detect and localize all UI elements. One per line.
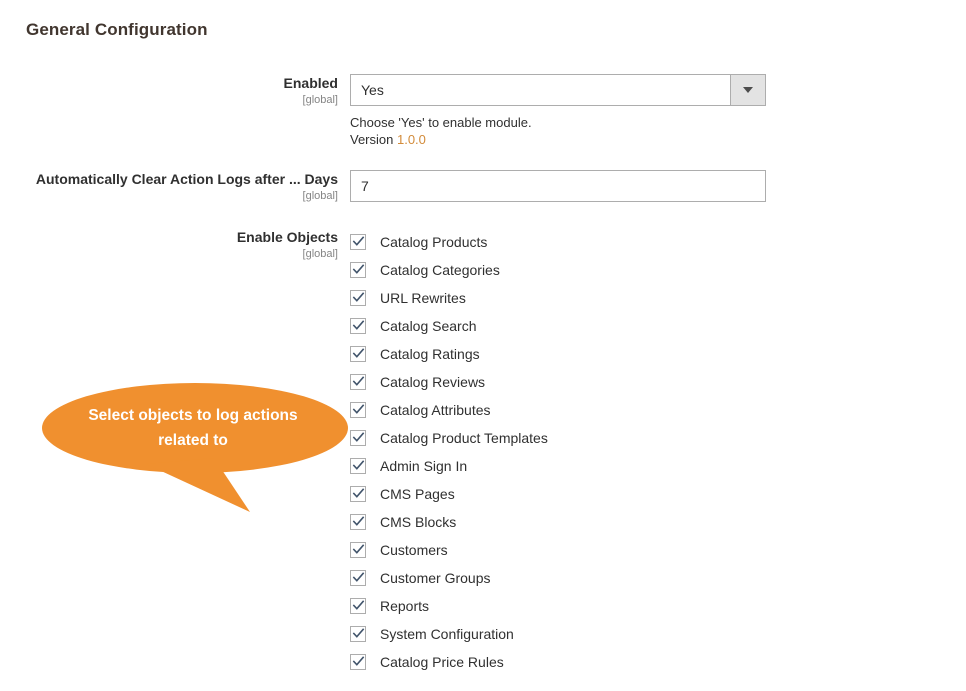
object-checkbox[interactable] bbox=[350, 626, 366, 642]
check-icon bbox=[352, 320, 365, 330]
check-icon bbox=[352, 516, 365, 526]
enable-objects-list: Catalog Products Catalog Categories URL Re… bbox=[350, 228, 966, 676]
enabled-hint-line-1: Choose 'Yes' to enable module. bbox=[350, 115, 532, 130]
enabled-select[interactable]: Yes bbox=[350, 74, 766, 106]
page-title: General Configuration bbox=[26, 20, 208, 39]
list-item[interactable]: System Configuration bbox=[350, 620, 966, 648]
check-icon bbox=[352, 544, 365, 554]
check-icon bbox=[352, 488, 365, 498]
object-checkbox[interactable] bbox=[350, 598, 366, 614]
object-checkbox-label: Catalog Attributes bbox=[380, 402, 491, 418]
list-item[interactable]: Admin Sign In bbox=[350, 452, 966, 480]
object-checkbox-label: Catalog Price Rules bbox=[380, 654, 504, 670]
object-checkbox-label: Catalog Categories bbox=[380, 262, 500, 278]
enable-objects-control-column: Catalog Products Catalog Categories URL Re… bbox=[350, 228, 966, 676]
enabled-scope-label: [global] bbox=[302, 94, 338, 106]
auto-clear-label-column: Automatically Clear Action Logs after ..… bbox=[0, 170, 350, 204]
object-checkbox[interactable] bbox=[350, 290, 366, 306]
check-icon bbox=[352, 376, 365, 386]
object-checkbox[interactable] bbox=[350, 542, 366, 558]
enabled-hint-line-2: Version 1.0.0 bbox=[350, 131, 966, 148]
object-checkbox[interactable] bbox=[350, 570, 366, 586]
check-icon bbox=[352, 460, 365, 470]
version-number: 1.0.0 bbox=[396, 132, 426, 147]
list-item[interactable]: CMS Blocks bbox=[350, 508, 966, 536]
object-checkbox[interactable] bbox=[350, 486, 366, 502]
enable-objects-label: Enable Objects bbox=[236, 229, 338, 245]
object-checkbox-label: URL Rewrites bbox=[380, 290, 466, 306]
enabled-hint: Choose 'Yes' to enable module. Version 1… bbox=[350, 114, 966, 148]
object-checkbox-label: Admin Sign In bbox=[380, 458, 468, 474]
chevron-down-icon bbox=[743, 87, 753, 93]
object-checkbox[interactable] bbox=[350, 402, 366, 418]
object-checkbox[interactable] bbox=[350, 234, 366, 250]
field-row-enable-objects: Enable Objects [global] Catalog Products… bbox=[0, 228, 966, 676]
check-icon bbox=[352, 264, 365, 274]
list-item[interactable]: Catalog Product Templates bbox=[350, 424, 966, 452]
object-checkbox-label: Catalog Product Templates bbox=[380, 430, 548, 446]
list-item[interactable]: Catalog Products bbox=[350, 228, 966, 256]
object-checkbox[interactable] bbox=[350, 262, 366, 278]
object-checkbox[interactable] bbox=[350, 318, 366, 334]
general-configuration-form: Enabled [global] Yes Choose 'Yes' to ena… bbox=[0, 74, 966, 676]
check-icon bbox=[352, 656, 365, 666]
check-icon bbox=[352, 628, 365, 638]
auto-clear-label: Automatically Clear Action Logs after ..… bbox=[35, 171, 338, 187]
object-checkbox[interactable] bbox=[350, 374, 366, 390]
list-item[interactable]: CMS Pages bbox=[350, 480, 966, 508]
enabled-select-value: Yes bbox=[361, 82, 384, 98]
list-item[interactable]: Catalog Categories bbox=[350, 256, 966, 284]
check-icon bbox=[352, 236, 365, 246]
enabled-label: Enabled bbox=[283, 75, 338, 91]
list-item[interactable]: Catalog Search bbox=[350, 312, 966, 340]
list-item[interactable]: Catalog Reviews bbox=[350, 368, 966, 396]
object-checkbox-label: Catalog Ratings bbox=[380, 346, 480, 362]
auto-clear-control-column: Use system value bbox=[350, 170, 966, 202]
check-icon bbox=[352, 572, 365, 582]
object-checkbox-label: Catalog Products bbox=[380, 234, 488, 250]
object-checkbox-label: CMS Blocks bbox=[380, 514, 457, 530]
object-checkbox-label: Reports bbox=[380, 598, 430, 614]
object-checkbox-label: Catalog Reviews bbox=[380, 374, 486, 390]
list-item[interactable]: Customer Groups bbox=[350, 564, 966, 592]
field-row-enabled: Enabled [global] Yes Choose 'Yes' to ena… bbox=[0, 74, 966, 148]
field-row-auto-clear: Automatically Clear Action Logs after ..… bbox=[0, 170, 966, 204]
object-checkbox[interactable] bbox=[350, 514, 366, 530]
object-checkbox[interactable] bbox=[350, 654, 366, 670]
enabled-select-toggle[interactable] bbox=[730, 75, 765, 105]
enable-objects-label-column: Enable Objects [global] bbox=[0, 228, 350, 262]
enabled-label-column: Enabled [global] bbox=[0, 74, 350, 108]
object-checkbox-label: Customers bbox=[380, 542, 448, 558]
list-item[interactable]: URL Rewrites bbox=[350, 284, 966, 312]
enabled-control-column: Yes Choose 'Yes' to enable module. Versi… bbox=[350, 74, 966, 148]
list-item[interactable]: Customers bbox=[350, 536, 966, 564]
version-prefix: Version bbox=[350, 132, 397, 147]
check-icon bbox=[352, 348, 365, 358]
check-icon bbox=[352, 292, 365, 302]
object-checkbox[interactable] bbox=[350, 458, 366, 474]
check-icon bbox=[352, 404, 365, 414]
object-checkbox[interactable] bbox=[350, 430, 366, 446]
list-item[interactable]: Catalog Price Rules bbox=[350, 648, 966, 676]
check-icon bbox=[352, 432, 365, 442]
auto-clear-days-input[interactable] bbox=[350, 170, 766, 202]
auto-clear-scope-label: [global] bbox=[302, 190, 338, 202]
enable-objects-scope-label: [global] bbox=[302, 248, 338, 260]
list-item[interactable]: Catalog Attributes bbox=[350, 396, 966, 424]
object-checkbox[interactable] bbox=[350, 346, 366, 362]
list-item[interactable]: Reports bbox=[350, 592, 966, 620]
object-checkbox-label: System Configuration bbox=[380, 626, 514, 642]
check-icon bbox=[352, 600, 365, 610]
object-checkbox-label: Catalog Search bbox=[380, 318, 477, 334]
object-checkbox-label: Customer Groups bbox=[380, 570, 491, 586]
object-checkbox-label: CMS Pages bbox=[380, 486, 455, 502]
list-item[interactable]: Catalog Ratings bbox=[350, 340, 966, 368]
